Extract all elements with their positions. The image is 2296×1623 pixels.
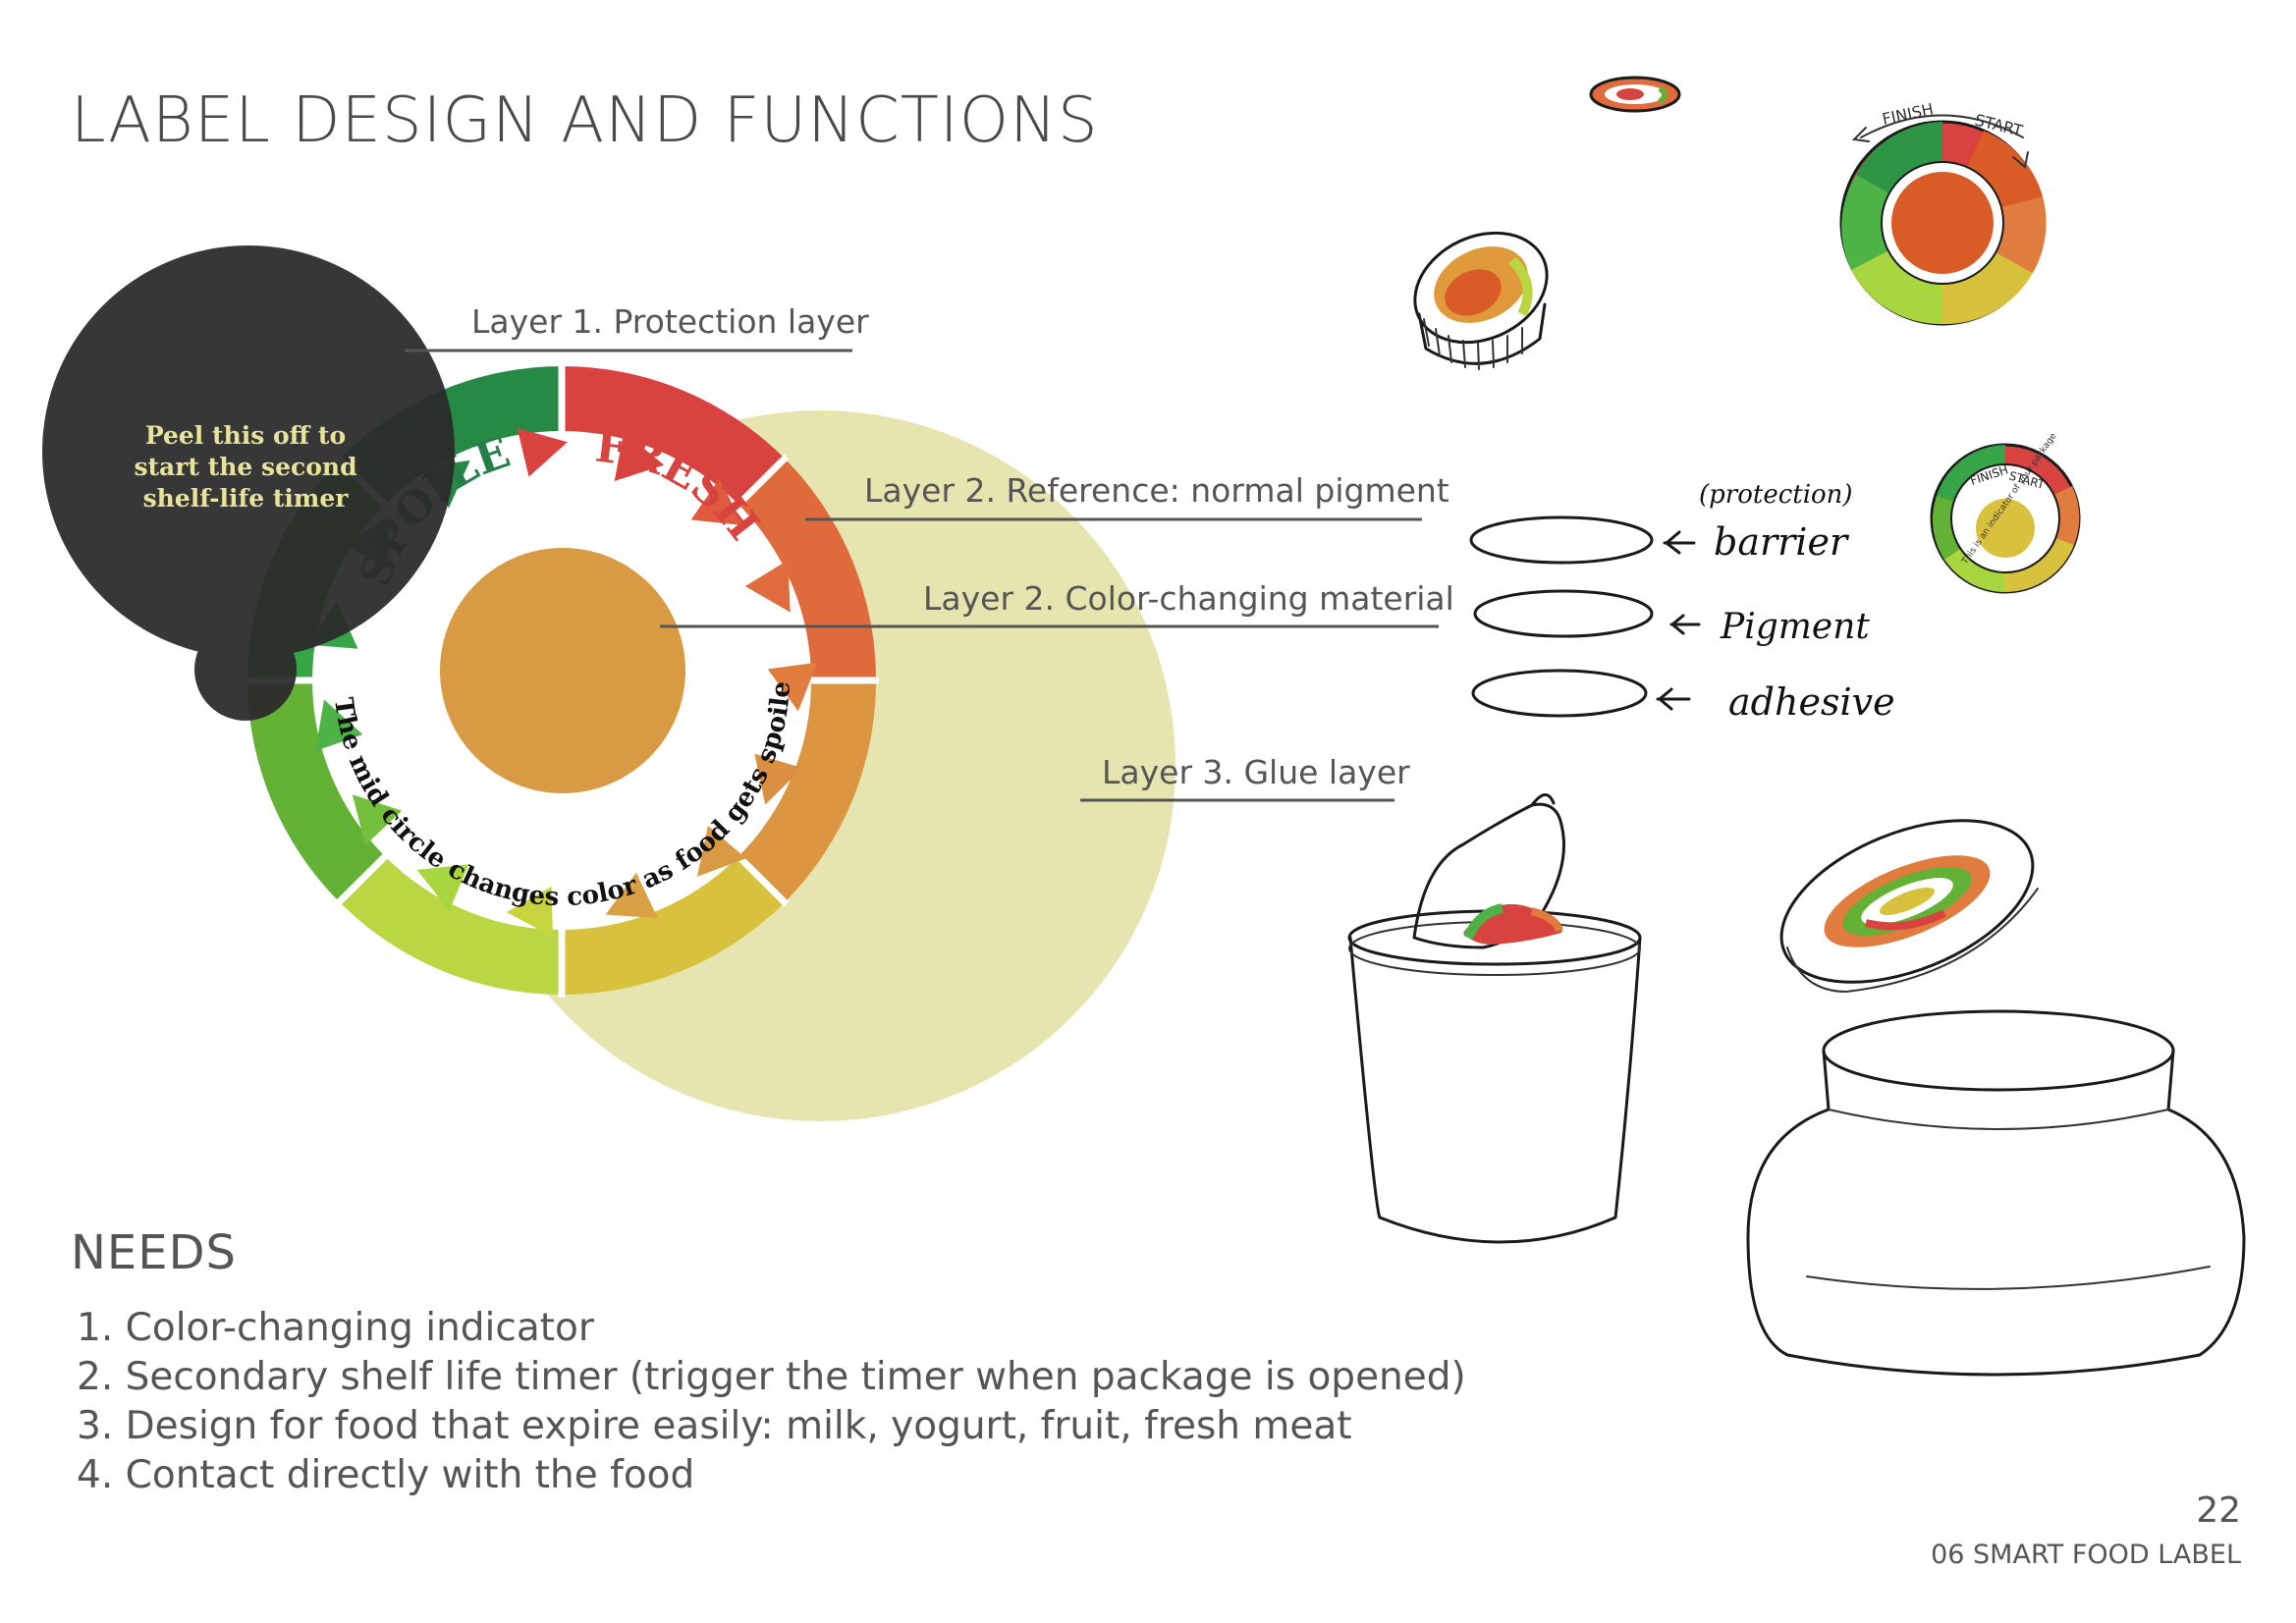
peel-note-line3: shelf-life timer xyxy=(142,484,349,513)
peel-note-line2: start the second xyxy=(134,453,357,481)
sketch-bottle-cap xyxy=(1413,231,1549,370)
sketch-jar xyxy=(1746,819,2246,1377)
needs-item: 3. Design for food that expire easily: m… xyxy=(77,1404,1352,1448)
page-number: 22 xyxy=(2196,1490,2241,1531)
barrier-note: barrier xyxy=(1714,520,1850,564)
sketch-small-label xyxy=(1589,76,1681,113)
needs-item: 4. Contact directly with the food xyxy=(77,1453,695,1497)
adhesive-note: adhesive xyxy=(1728,680,1895,724)
layer3-label: Layer 3. Glue layer xyxy=(1102,753,1410,791)
layer2-color-changing-label: Layer 2. Color-changing material xyxy=(923,579,1454,618)
sketch-round-indicator-large xyxy=(1839,114,2047,326)
needs-title: NEEDS xyxy=(71,1225,237,1280)
peel-note-line1: Peel this off to xyxy=(144,421,347,450)
page-title: LABEL DESIGN AND FUNCTIONS xyxy=(71,84,1099,157)
layer2-reference-label: Layer 2. Reference: normal pigment xyxy=(864,471,1449,510)
protection-note: (protection) xyxy=(1699,480,1853,510)
needs-item: 2. Secondary shelf life timer (trigger t… xyxy=(77,1355,1466,1399)
sketch-layer-ellipses xyxy=(1469,515,1701,718)
sketch-yogurt-cup xyxy=(1347,793,1642,1244)
footer-label: 06 SMART FOOD LABEL xyxy=(1931,1540,2241,1570)
layer1-label: Layer 1. Protection layer xyxy=(471,302,869,341)
needs-item: 1. Color-changing indicator xyxy=(77,1306,594,1350)
needs-list: 1. Color-changing indicator 2. Secondary… xyxy=(77,1304,1466,1500)
pigment-note: Pigment xyxy=(1720,607,1870,647)
peel-note: Peel this off to start the second shelf-… xyxy=(108,420,383,514)
color-changing-center xyxy=(440,548,685,793)
